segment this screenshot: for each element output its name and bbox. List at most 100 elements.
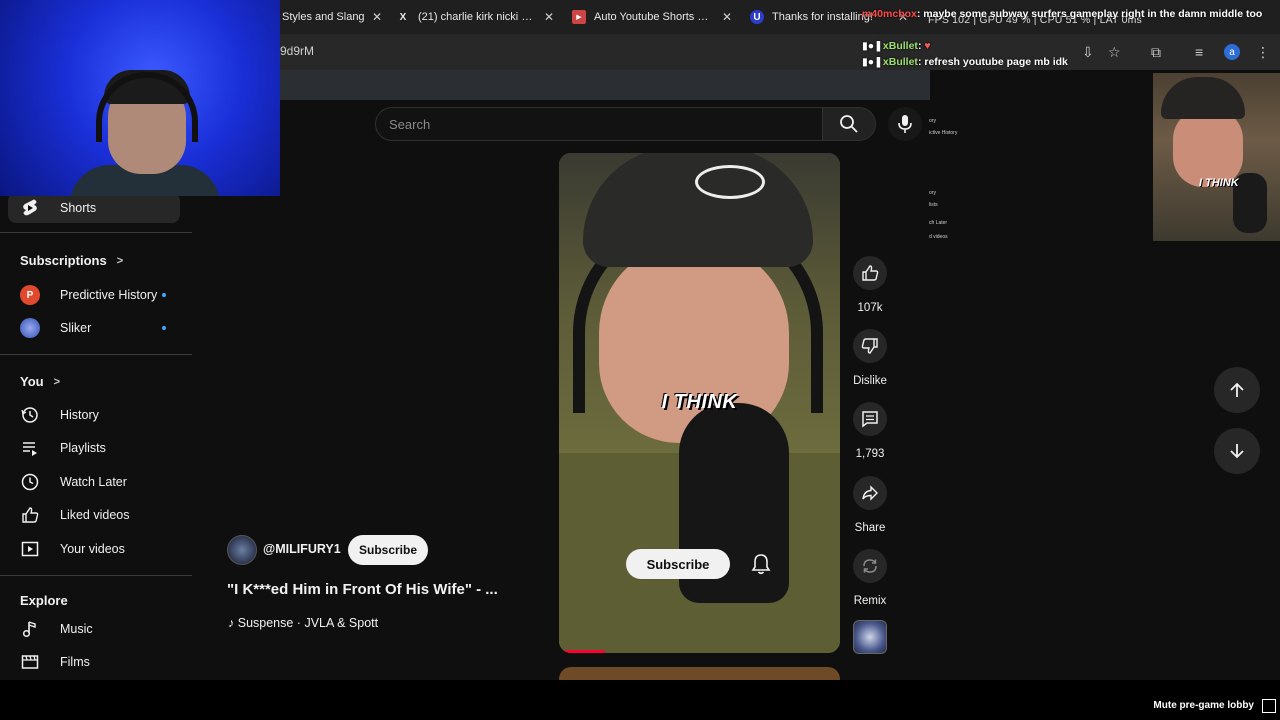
close-tab-icon[interactable]: ✕ [372, 10, 382, 24]
music-note-icon [20, 620, 40, 638]
sidebar-item-predictive-history[interactable]: P Predictive History [8, 280, 180, 310]
subscriptions-heading[interactable]: Subscriptions > [20, 253, 123, 268]
comment-count: 1,793 [855, 448, 885, 460]
dislike-label: Dislike [853, 375, 887, 387]
film-icon [20, 653, 40, 671]
remix-icon [863, 559, 877, 573]
sidebar-item-your-videos[interactable]: Your videos [8, 534, 180, 564]
sidebar-item-liked-videos[interactable]: Liked videos [8, 500, 180, 530]
comments-button[interactable] [853, 402, 887, 436]
install-app-icon[interactable]: ⇩ [1082, 44, 1094, 61]
divider [0, 354, 192, 355]
url-text: 9d9rM [280, 44, 315, 58]
tab-title: Auto Youtube Shorts Scroll [594, 11, 712, 23]
share-arrow-icon [862, 485, 878, 501]
sidebar-item-label: Shorts [60, 201, 97, 215]
explore-heading: Explore [20, 593, 68, 608]
chevron-right-icon: > [53, 375, 61, 388]
search-box [375, 107, 822, 141]
ublock-favicon-icon: U [750, 10, 764, 24]
browser-tab[interactable]: X (21) charlie kirk nicki minaj ✕ [396, 6, 554, 28]
guest-cam-caption: I THINK [1199, 177, 1239, 189]
next-short-button[interactable] [1214, 428, 1260, 474]
close-tab-icon[interactable]: ✕ [722, 10, 732, 24]
channel-avatar: P [20, 285, 40, 305]
tab-search-icon[interactable]: ≡ [1195, 44, 1203, 60]
divider [0, 232, 192, 233]
video-caption: I THINK [661, 391, 738, 413]
browser-tab[interactable]: Styles and Slang ✕ [282, 6, 382, 28]
music-link[interactable]: ♪ Suspense · JVLA & Spott [228, 616, 378, 630]
dislike-action: Dislike [848, 329, 892, 387]
sidebar-item-music[interactable]: Music [8, 614, 180, 644]
audio-source-thumbnail[interactable] [853, 620, 887, 654]
dislike-button[interactable] [853, 329, 887, 363]
bookmark-star-icon[interactable]: ☆ [1108, 44, 1121, 61]
shorts-icon [20, 199, 40, 217]
sidebar-item-history[interactable]: History [8, 400, 180, 430]
subscribe-button[interactable]: Subscribe [348, 535, 428, 565]
channel-avatar[interactable] [227, 535, 257, 565]
new-content-dot [162, 326, 166, 330]
playlists-icon [20, 439, 40, 457]
subscriptions-title: Subscriptions [20, 253, 107, 268]
chat-message: ▮●❚xBullet: refresh youtube page mb idk [862, 56, 1068, 68]
music-note-icon: ♪ [228, 616, 235, 630]
sidebar-item-playlists[interactable]: Playlists [8, 433, 180, 463]
chat-message: m40mcbox: maybe some subway surfers game… [862, 8, 1263, 20]
search-input[interactable] [376, 108, 822, 140]
badge-icons: ▮●❚ [862, 56, 883, 68]
thumbs-up-icon [862, 265, 879, 281]
comment-icon [862, 411, 878, 428]
explore-title: Explore [20, 593, 68, 608]
sidebar-item-label: Your videos [60, 542, 125, 556]
extensions-puzzle-icon[interactable]: ⧉ [1151, 44, 1161, 61]
badge-icons: ▮●❚ [862, 40, 883, 52]
short-title[interactable]: "I K***ed Him in Front Of His Wife" - ..… [227, 581, 498, 598]
youtube-sidebar: Shorts Subscriptions > P Predictive Hist… [0, 193, 192, 680]
browser-menu-icon[interactable]: ⋮ [1256, 44, 1270, 61]
sidebar-item-watch-later[interactable]: Watch Later [8, 467, 180, 497]
remix-label: Remix [853, 595, 887, 607]
remix-button[interactable] [853, 549, 887, 583]
notification-bell-icon[interactable] [749, 551, 773, 577]
previous-short-button[interactable] [1214, 367, 1260, 413]
new-content-dot [162, 293, 166, 297]
tab-title: (21) charlie kirk nicki minaj [418, 11, 538, 23]
sidebar-item-label: Predictive History [60, 288, 158, 302]
sidebar-item-label: History [60, 408, 99, 422]
profile-avatar[interactable]: a [1224, 44, 1240, 60]
extension-favicon-icon: ▶ [572, 10, 586, 24]
chevron-right-icon: > [116, 254, 124, 267]
divider [0, 575, 192, 576]
arrow-down-icon [1230, 444, 1244, 459]
video-frame-cap [583, 153, 813, 267]
browser-tab[interactable]: ▶ Auto Youtube Shorts Scroll ✕ [572, 6, 732, 28]
like-count: 107k [857, 302, 883, 314]
thumbs-up-icon [20, 506, 40, 524]
sidebar-item-sliker[interactable]: Sliker [8, 313, 180, 343]
mute-lobby-checkbox[interactable] [1262, 699, 1276, 713]
video-progress-bar[interactable] [565, 650, 606, 653]
voice-search-button[interactable] [888, 107, 922, 141]
bookmarks-strip [280, 70, 930, 100]
remix-action: Remix [848, 549, 892, 607]
history-icon [20, 406, 40, 424]
share-action: Share [848, 476, 892, 534]
short-video-player[interactable]: I THINK Subscribe [559, 153, 840, 653]
you-heading[interactable]: You > [20, 374, 60, 389]
next-short-preview[interactable] [559, 667, 840, 680]
overlay-subscribe-button[interactable]: Subscribe [626, 549, 730, 579]
sidebar-item-films[interactable]: Films [8, 647, 180, 677]
sidebar-item-label: Liked videos [60, 508, 130, 522]
close-tab-icon[interactable]: ✕ [544, 10, 554, 24]
share-button[interactable] [853, 476, 887, 510]
search-button[interactable] [822, 107, 876, 141]
chat-message: ▮●❚xBullet: ♥ [862, 40, 931, 52]
sidebar-item-shorts[interactable]: Shorts [8, 193, 180, 223]
tab-title: Styles and Slang [282, 11, 365, 23]
like-button[interactable] [853, 256, 887, 290]
channel-handle[interactable]: @MILIFURY1 [263, 542, 341, 556]
your-videos-icon [20, 540, 40, 558]
thumbs-down-icon [861, 338, 878, 354]
